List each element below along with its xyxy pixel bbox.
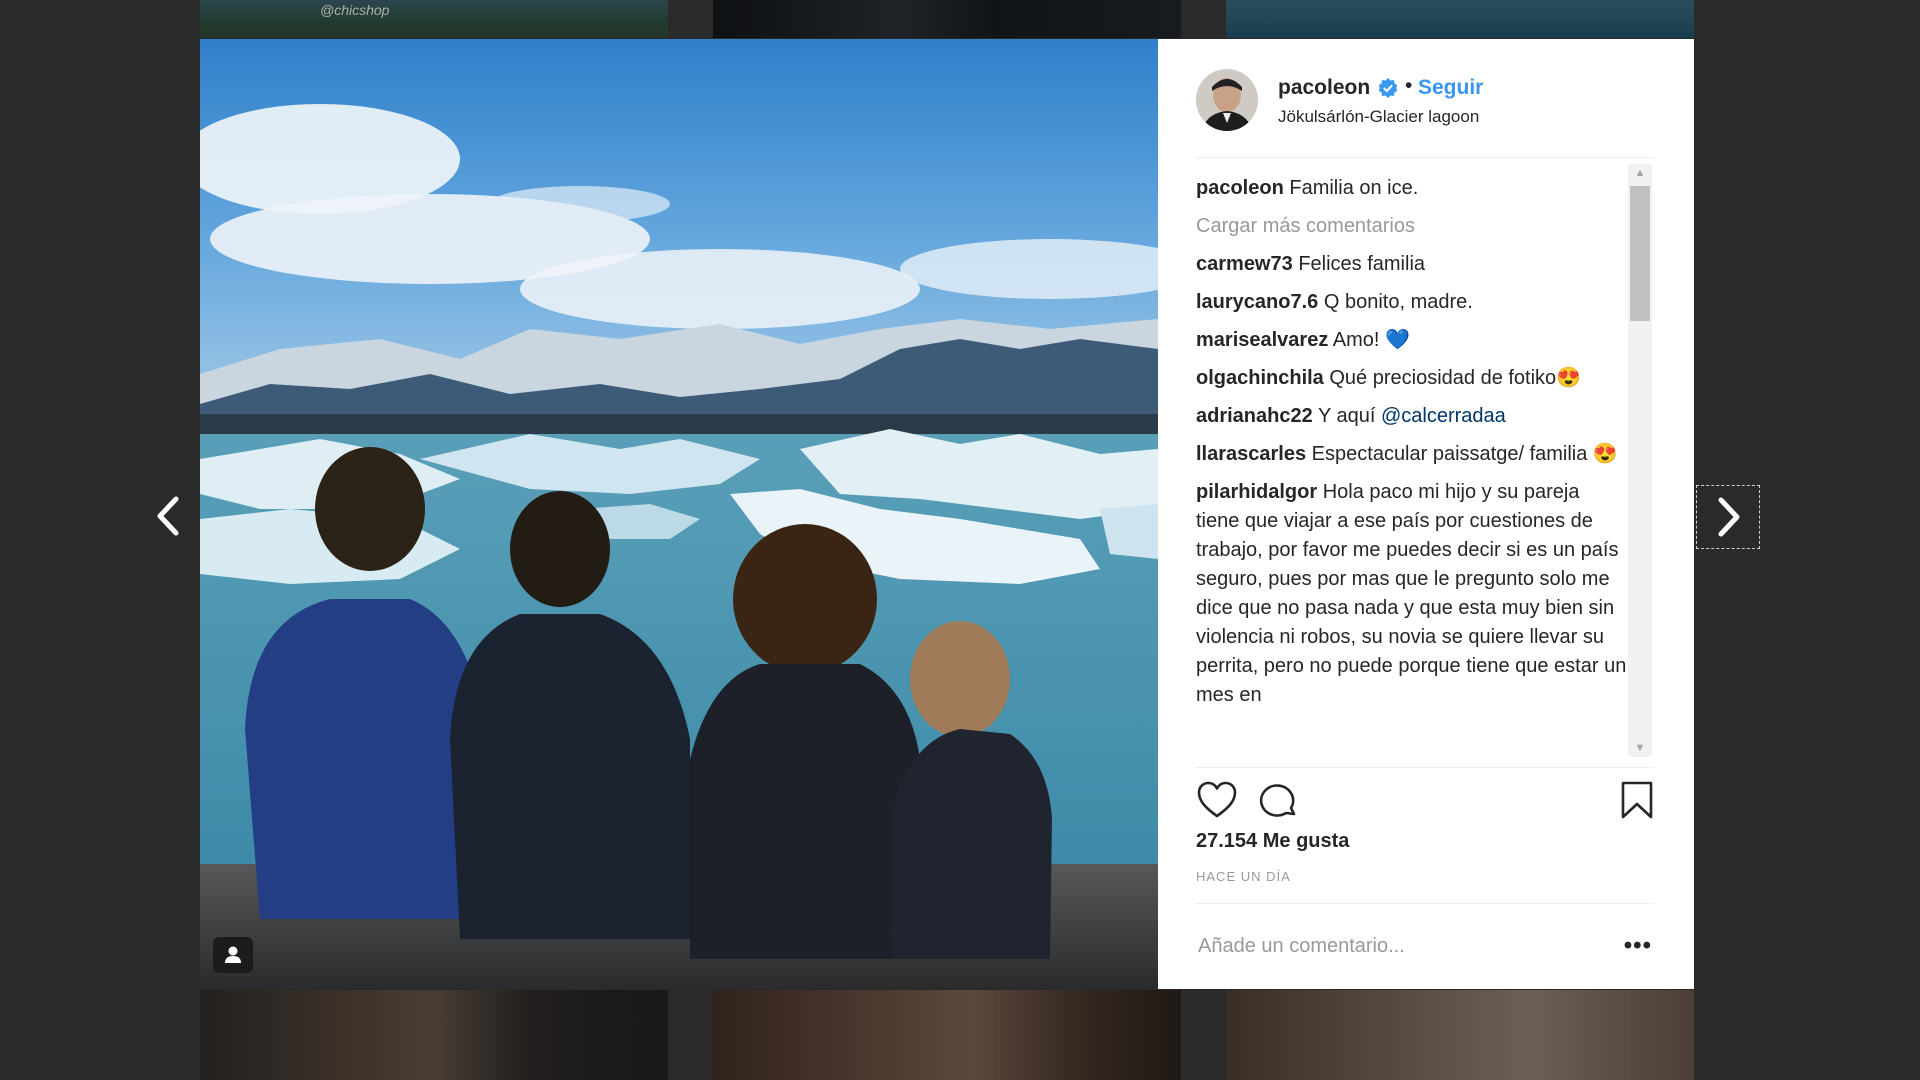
- heart-icon: [1197, 781, 1237, 818]
- verified-badge-icon: [1378, 78, 1398, 98]
- comment-text: Espectacular paissatge/ familia 😍: [1311, 443, 1618, 465]
- comment-item: pilarhidalgor Hola paco mi hijo y su par…: [1196, 478, 1628, 710]
- comment-username[interactable]: laurycano7.6: [1196, 291, 1318, 313]
- post-actions: 27.154 Me gusta HACE UN DÍA •••: [1196, 767, 1654, 978]
- header-separator: •: [1405, 74, 1413, 97]
- more-options-button[interactable]: •••: [1624, 932, 1652, 960]
- next-post-button[interactable]: [1696, 485, 1760, 549]
- post-timestamp[interactable]: HACE UN DÍA: [1196, 869, 1291, 884]
- scroll-down-arrow-icon[interactable]: ▼: [1628, 739, 1652, 757]
- comment-text: Qué preciosidad de fotiko😍: [1329, 367, 1582, 389]
- comment-text: Q bonito, madre.: [1323, 291, 1473, 313]
- comment-username[interactable]: pilarhidalgor: [1196, 481, 1317, 503]
- comment-text: Y aquí: [1317, 405, 1376, 427]
- save-button[interactable]: [1620, 780, 1654, 825]
- tagged-users-button[interactable]: [213, 937, 253, 973]
- likes-count[interactable]: 27.154 Me gusta: [1196, 830, 1349, 853]
- post-header: pacoleon • Seguir Jökulsárlón-Glacier la…: [1196, 69, 1654, 158]
- comment-username[interactable]: olgachinchila: [1196, 367, 1324, 389]
- comment-username[interactable]: carmew73: [1196, 253, 1293, 275]
- comment-username[interactable]: llarascarles: [1196, 443, 1306, 465]
- comment-username[interactable]: marisealvarez: [1196, 329, 1328, 351]
- post-details-panel: pacoleon • Seguir Jökulsárlón-Glacier la…: [1158, 39, 1694, 989]
- chevron-right-icon: [1718, 497, 1740, 537]
- comment-mention-link[interactable]: @calcerradaa: [1381, 405, 1506, 427]
- glacier-lagoon-photo: [200, 39, 1158, 989]
- scroll-up-arrow-icon[interactable]: ▲: [1628, 164, 1652, 182]
- post-photo[interactable]: [200, 39, 1158, 989]
- add-comment-input[interactable]: [1196, 934, 1580, 959]
- comments-scrollbar[interactable]: ▲ ▼: [1628, 164, 1652, 757]
- avatar[interactable]: [1196, 69, 1258, 131]
- scrollbar-thumb[interactable]: [1630, 186, 1650, 321]
- comment-item: olgachinchila Qué preciosidad de fotiko😍: [1196, 364, 1628, 393]
- comment-icon: [1259, 784, 1296, 817]
- comment-item: marisealvarez Amo! 💙: [1196, 326, 1628, 355]
- comment-button[interactable]: [1258, 780, 1300, 825]
- comment-item: llarascarles Espectacular paissatge/ fam…: [1196, 440, 1628, 469]
- post-caption: pacoleon Familia on ice.: [1196, 174, 1628, 203]
- chevron-left-icon: [157, 496, 179, 536]
- bookmark-icon: [1621, 781, 1653, 819]
- comment-text: Felices familia: [1298, 253, 1426, 275]
- comment-text: Amo! 💙: [1332, 329, 1410, 351]
- post-author-username[interactable]: pacoleon: [1278, 76, 1370, 100]
- previous-post-button[interactable]: [138, 485, 200, 547]
- caption-text: Familia on ice.: [1289, 177, 1419, 199]
- comment-item: carmew73 Felices familia: [1196, 250, 1628, 279]
- comment-item: laurycano7.6 Q bonito, madre.: [1196, 288, 1628, 317]
- add-comment-row: •••: [1196, 903, 1654, 974]
- follow-button[interactable]: Seguir: [1418, 76, 1483, 100]
- user-tag-icon: [225, 946, 241, 963]
- comments-list[interactable]: pacoleon Familia on ice. Cargar más come…: [1196, 174, 1628, 754]
- like-button[interactable]: [1196, 780, 1238, 825]
- comment-item: adrianahc22 Y aquí @calcerradaa: [1196, 402, 1628, 431]
- background-thumbnail-caption: @chicshop: [320, 2, 390, 18]
- avatar-image: [1196, 69, 1258, 131]
- caption-username[interactable]: pacoleon: [1196, 177, 1284, 199]
- comment-text: Hola paco mi hijo y su pareja tiene que …: [1196, 481, 1627, 706]
- post-modal: pacoleon • Seguir Jökulsárlón-Glacier la…: [200, 39, 1694, 989]
- post-location[interactable]: Jökulsárlón-Glacier lagoon: [1278, 107, 1479, 127]
- comment-username[interactable]: adrianahc22: [1196, 405, 1313, 427]
- load-more-comments-button[interactable]: Cargar más comentarios: [1196, 212, 1628, 241]
